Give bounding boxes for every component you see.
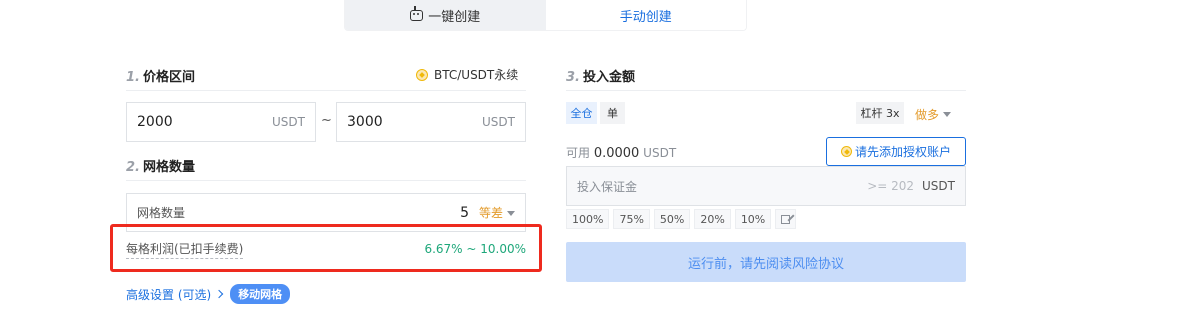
chevron-down-icon: [507, 211, 515, 216]
coin-icon: [840, 146, 852, 157]
grid-mode-label: 等差: [478, 206, 503, 220]
grid-count-controls: 5 等差: [460, 204, 515, 221]
percent-50-button[interactable]: 50%: [653, 209, 691, 229]
available-label: 可用: [566, 146, 591, 160]
margin-input-hint: >= 202 USDT: [867, 179, 955, 193]
margin-input-placeholder: 投入保证金: [577, 179, 638, 194]
grid-count-value: 5: [460, 204, 469, 221]
percent-buttons: 100% 75% 50% 20% 10%: [566, 209, 800, 229]
upper-price-unit: USDT: [482, 115, 515, 129]
add-authorized-account-button[interactable]: 请先添加授权账户: [826, 137, 966, 166]
grid-count-title-text: 网格数量: [142, 160, 195, 175]
upper-price-value: 3000: [347, 114, 383, 130]
percent-10-button[interactable]: 10%: [734, 209, 772, 229]
grid-count-step: 2.: [126, 160, 140, 175]
isolated-margin-button[interactable]: 单: [600, 102, 625, 124]
tab-manual-label: 手动创建: [619, 9, 672, 25]
available-unit: USDT: [643, 146, 677, 160]
grid-count-title: 2. 网格数量: [126, 156, 195, 175]
range-separator: ~: [321, 113, 332, 128]
margin-input[interactable]: 投入保证金 >= 202 USDT: [566, 166, 966, 206]
invest-title-text: 投入金额: [582, 70, 635, 85]
margin-unit: USDT: [922, 179, 955, 193]
direction-label: 做多: [915, 108, 940, 122]
coin-icon: [416, 68, 428, 81]
advanced-settings-link[interactable]: 高级设置 (可选) 移动网格: [126, 284, 291, 304]
leverage-button[interactable]: 杠杆 3x: [856, 102, 904, 124]
advanced-settings-label: 高级设置 (可选): [126, 287, 212, 302]
tab-manual-create[interactable]: 手动创建: [545, 0, 746, 30]
divider: [126, 180, 526, 181]
add-authorized-account-label: 请先添加授权账户: [854, 145, 951, 159]
robot-icon: [410, 5, 424, 21]
chevron-right-icon: [214, 289, 224, 299]
divider: [566, 90, 966, 91]
highlight-box: [110, 224, 542, 272]
grid-count-label: 网格数量: [137, 206, 186, 220]
chevron-down-icon: [943, 112, 952, 117]
divider: [126, 90, 526, 91]
cross-margin-button[interactable]: 全仓: [566, 102, 597, 124]
available-balance: 可用 0.0000 USDT: [566, 144, 676, 161]
percent-75-button[interactable]: 75%: [613, 209, 650, 229]
available-amount: 0.0000: [593, 146, 640, 161]
price-range-title: 1. 价格区间: [126, 66, 195, 85]
margin-min-hint: >= 202: [867, 179, 915, 193]
tab-one-click-label: 一键创建: [428, 9, 481, 25]
percent-20-button[interactable]: 20%: [694, 209, 731, 229]
grid-mode-select[interactable]: 等差: [479, 204, 515, 221]
edit-icon: [781, 214, 791, 224]
run-button[interactable]: 运行前，请先阅读风险协议: [566, 242, 966, 282]
upper-price-input[interactable]: 3000 USDT: [336, 102, 526, 142]
trading-pair: BTC/USDT永续: [416, 66, 518, 83]
percent-100-button[interactable]: 100%: [566, 209, 610, 229]
tab-one-click-create[interactable]: 一键创建: [345, 0, 546, 30]
direction-select[interactable]: 做多: [915, 106, 952, 123]
lower-price-value: 2000: [137, 114, 173, 130]
lower-price-input[interactable]: 2000 USDT: [126, 102, 316, 142]
create-mode-tabs: 一键创建 手动创建: [344, 0, 747, 31]
custom-percent-button[interactable]: [775, 209, 797, 229]
invest-title: 3. 投入金额: [566, 66, 635, 85]
lower-price-unit: USDT: [272, 115, 305, 129]
moving-grid-badge: 移动网格: [230, 284, 291, 304]
invest-step: 3.: [566, 70, 580, 85]
price-range-step: 1.: [126, 70, 140, 85]
price-range-title-text: 价格区间: [142, 70, 195, 85]
trading-pair-label: BTC/USDT永续: [434, 68, 519, 82]
